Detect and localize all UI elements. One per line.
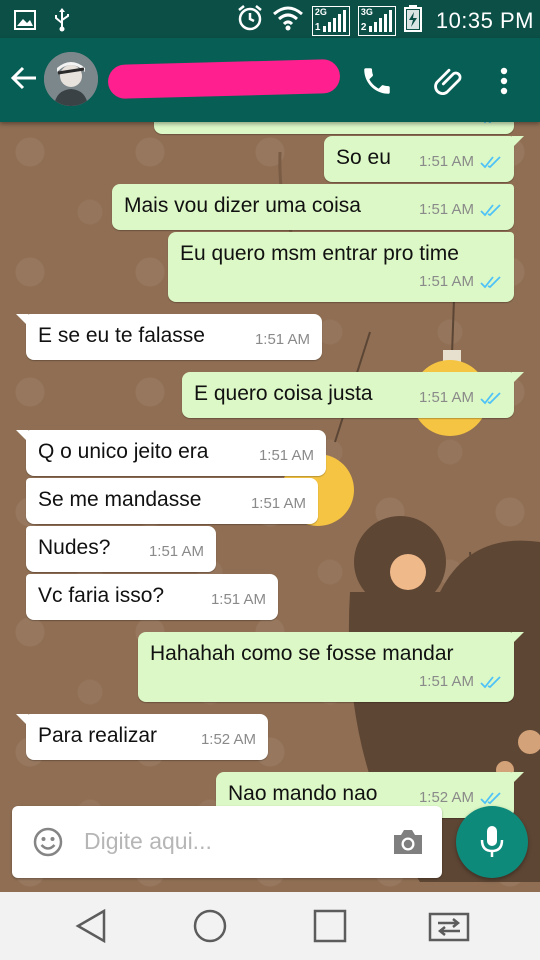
read-ticks-icon <box>483 122 492 124</box>
message-meta: 1:51 AM <box>419 122 502 130</box>
message-input[interactable]: Digite aqui... <box>84 828 212 855</box>
back-triangle-icon[interactable] <box>74 908 108 949</box>
message-time: 1:51 AM <box>418 389 474 406</box>
message-bubble-outgoing[interactable]: So eu 1:51 AM <box>324 136 524 182</box>
message-text: Eu quero msm entrar pro time <box>180 242 459 265</box>
message-bubble-incoming[interactable]: Vc faria isso? 1:51 AM <box>26 574 278 620</box>
message-bubble-incoming[interactable]: Q o unico jeito era 1:51 AM <box>16 430 326 476</box>
chat-area[interactable]: 1:51 AM So eu 1:51 AM Mais vou dizer uma… <box>0 122 540 892</box>
message-text: Q o unico jeito era <box>38 440 209 463</box>
message-meta: 1:51 AM <box>419 385 502 411</box>
wifi-icon <box>272 5 304 36</box>
gallery-icon <box>14 10 36 35</box>
message-time: 1:51 AM <box>419 122 474 130</box>
message-meta: 1:51 AM <box>259 443 314 469</box>
message-time: 1:51 AM <box>250 495 306 512</box>
read-ticks-icon <box>480 792 501 805</box>
emoji-icon[interactable] <box>32 826 64 863</box>
message-time: 1:51 AM <box>418 273 474 290</box>
message-text: Hahahah como se fosse mandar <box>150 642 454 665</box>
phone-icon[interactable] <box>360 64 394 103</box>
message-time: 1:51 AM <box>258 447 314 464</box>
message-meta: 1:52 AM <box>201 727 256 753</box>
usb-icon <box>54 8 70 37</box>
message-time: 1:51 AM <box>418 153 474 170</box>
sim-label: 2 <box>360 21 367 33</box>
message-bubble-outgoing[interactable]: E quero coisa justa 1:51 AM <box>182 372 524 418</box>
message-meta: 1:51 AM <box>251 491 306 517</box>
system-nav-bar <box>0 892 540 960</box>
message-time: 1:51 AM <box>254 331 310 348</box>
read-ticks-icon <box>480 276 501 289</box>
read-ticks-icon <box>480 156 501 169</box>
message-bubble-outgoing[interactable]: Hahahah como se fosse mandar 1:51 AM <box>138 632 524 702</box>
mic-button[interactable] <box>456 806 528 878</box>
message-text: Nao mando nao <box>228 782 378 805</box>
message-text: Nudes? <box>38 536 111 559</box>
message-time: 1:51 AM <box>210 591 266 608</box>
message-text: Mais vou dizer uma coisa <box>124 194 361 217</box>
more-vert-icon[interactable] <box>492 64 516 103</box>
message-meta: 1:51 AM <box>419 149 502 175</box>
message-bubble-incoming[interactable]: Se me mandasse 1:51 AM <box>26 478 318 524</box>
camera-icon[interactable] <box>392 828 424 861</box>
avatar[interactable] <box>44 52 98 106</box>
mic-icon <box>480 826 504 857</box>
message-text: Vc faria isso? <box>38 584 165 607</box>
read-ticks-icon <box>480 204 501 217</box>
message-text: Para realizar <box>38 724 158 747</box>
sim-label: 1 <box>314 21 321 33</box>
message-meta: 1:51 AM <box>255 327 310 353</box>
message-time: 1:51 AM <box>418 673 474 690</box>
message-meta: 1:51 AM <box>149 539 204 565</box>
status-bar: 2G 1 3G 2 10:35 PM <box>0 0 540 38</box>
back-arrow-icon[interactable] <box>10 64 38 97</box>
message-bubble-outgoing[interactable]: 1:51 AM <box>154 122 514 134</box>
read-ticks-icon <box>480 676 501 689</box>
message-bubble-outgoing[interactable]: Mais vou dizer uma coisa 1:51 AM <box>112 184 514 230</box>
signal-icon: 2G 1 <box>311 5 350 36</box>
message-bubble-outgoing[interactable]: Eu quero msm entrar pro time 1:51 AM <box>168 232 514 302</box>
recents-square-icon[interactable] <box>312 908 348 949</box>
status-time: 10:35 PM <box>435 7 534 33</box>
message-meta: 1:51 AM <box>211 587 266 613</box>
chat-header <box>0 38 540 122</box>
home-circle-icon[interactable] <box>192 908 228 949</box>
signal-icon: 3G 2 <box>357 5 396 36</box>
message-text: So eu <box>336 146 391 169</box>
battery-charging-icon <box>403 4 422 37</box>
alarm-icon <box>236 4 264 37</box>
message-text: E quero coisa justa <box>194 382 373 405</box>
dual-window-icon[interactable] <box>428 908 470 949</box>
contact-name-redacted[interactable] <box>107 58 341 100</box>
message-meta: 1:51 AM <box>419 269 502 295</box>
read-ticks-icon <box>480 392 501 405</box>
paperclip-icon[interactable] <box>432 64 466 103</box>
message-bubble-incoming[interactable]: E se eu te falasse 1:51 AM <box>16 314 322 360</box>
message-time: 1:51 AM <box>148 543 204 560</box>
message-input-bar[interactable]: Digite aqui... <box>12 806 442 878</box>
message-time: 1:51 AM <box>418 201 474 218</box>
message-text: Se me mandasse <box>38 488 202 511</box>
message-time: 1:52 AM <box>200 731 256 748</box>
message-meta: 1:51 AM <box>419 197 502 223</box>
message-meta: 1:51 AM <box>419 669 502 695</box>
message-text: E se eu te falasse <box>38 324 205 347</box>
message-bubble-incoming[interactable]: Nudes? 1:51 AM <box>26 526 216 572</box>
message-bubble-incoming[interactable]: Para realizar 1:52 AM <box>16 714 268 760</box>
